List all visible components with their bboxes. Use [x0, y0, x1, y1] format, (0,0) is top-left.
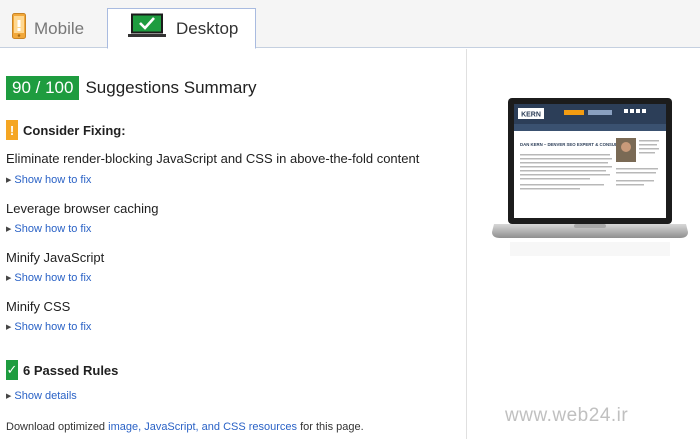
warning-icon: ! — [6, 120, 18, 140]
tab-desktop-label: Desktop — [176, 18, 239, 38]
preview-logo-text: KERN — [521, 112, 541, 119]
rule-title-browser-caching: Leverage browser caching — [6, 201, 159, 216]
rule-title-render-blocking: Eliminate render-blocking JavaScript and… — [6, 151, 420, 166]
show-how-to-fix-link[interactable]: ▶ Show how to fix — [6, 272, 91, 284]
show-how-to-fix-link[interactable]: ▶ Show how to fix — [6, 223, 91, 235]
show-how-to-fix-label: Show how to fix — [14, 321, 92, 333]
score-header: 90 / 100 Suggestions Summary — [6, 76, 256, 100]
expand-triangle-icon: ▶ — [6, 324, 12, 331]
passed-rules-title: 6 Passed Rules — [23, 362, 119, 378]
tab-desktop[interactable]: Desktop — [107, 8, 256, 49]
check-icon: ✓ — [6, 360, 18, 380]
rule-title-minify-css: Minify CSS — [6, 299, 71, 314]
download-suffix: for this page. — [297, 421, 364, 433]
consider-fixing-title: Consider Fixing: — [23, 122, 126, 138]
show-details-link[interactable]: ▶ Show details — [6, 390, 77, 402]
rule-title-minify-js: Minify JavaScript — [6, 250, 105, 265]
mobile-phone-icon — [12, 13, 26, 44]
expand-triangle-icon: ▶ — [6, 226, 12, 233]
show-how-to-fix-label: Show how to fix — [14, 223, 92, 235]
laptop-screenshot-image: KERN DAN KERN – DENVER SEO EXPERT & CONS… — [492, 98, 688, 256]
tab-mobile[interactable]: Mobile — [0, 8, 106, 49]
suggestions-summary-title: Suggestions Summary — [85, 78, 257, 97]
consider-fixing-header: ! Consider Fixing: — [6, 120, 126, 140]
expand-triangle-icon: ▶ — [6, 275, 12, 282]
desktop-monitor-icon — [128, 13, 166, 44]
show-how-to-fix-link[interactable]: ▶ Show how to fix — [6, 321, 91, 333]
score-badge: 90 / 100 — [6, 76, 80, 100]
suggestions-pane: 90 / 100 Suggestions Summary ! Consider … — [0, 49, 466, 439]
optimized-resources-link[interactable]: image, JavaScript, and CSS resources — [108, 421, 297, 433]
desktop-preview-laptop: KERN DAN KERN – DENVER SEO EXPERT & CONS… — [490, 96, 690, 266]
download-optimized-text: Download optimized image, JavaScript, an… — [6, 421, 364, 433]
expand-triangle-icon: ▶ — [6, 393, 12, 400]
show-how-to-fix-link[interactable]: ▶ Show how to fix — [6, 174, 91, 186]
watermark: www.web24.ir — [505, 405, 629, 426]
passed-rules-header: ✓ 6 Passed Rules — [6, 360, 118, 380]
device-tabs: Mobile Desktop — [0, 0, 700, 49]
pane-divider — [466, 49, 467, 439]
show-details-label: Show details — [14, 390, 77, 402]
download-prefix: Download optimized — [6, 421, 109, 433]
preview-headline: DAN KERN – DENVER SEO EXPERT & CONSULTAN… — [520, 142, 629, 147]
expand-triangle-icon: ▶ — [6, 177, 12, 184]
tab-mobile-label: Mobile — [34, 18, 85, 38]
show-how-to-fix-label: Show how to fix — [14, 174, 92, 186]
show-how-to-fix-label: Show how to fix — [14, 272, 92, 284]
